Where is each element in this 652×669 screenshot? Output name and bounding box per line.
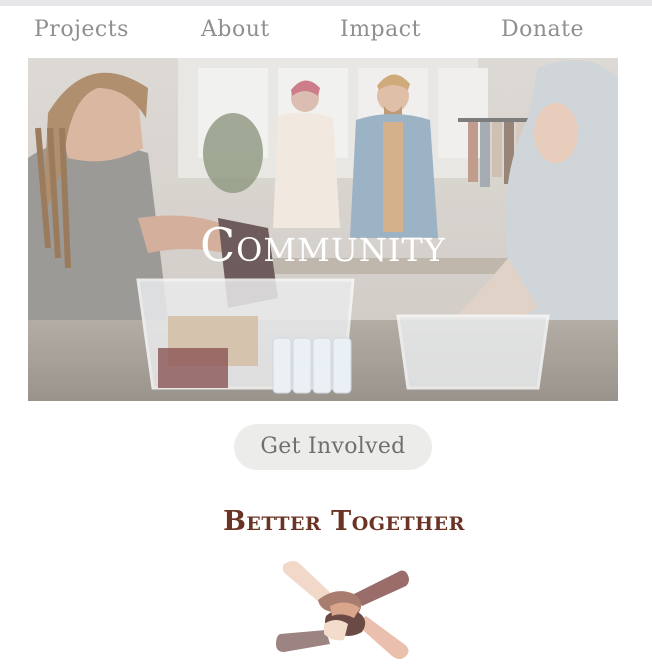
hero-title: Community: [199, 218, 447, 272]
hero-banner: Community: [28, 58, 618, 401]
nav-link-impact[interactable]: Impact: [340, 14, 421, 46]
nav-link-about[interactable]: About: [201, 14, 270, 46]
get-involved-button[interactable]: Get Involved: [234, 424, 432, 470]
tagline-heading: Better Together: [223, 506, 465, 537]
top-bar-strip: [0, 0, 652, 6]
nav-link-donate[interactable]: Donate: [501, 14, 584, 46]
nav-link-projects[interactable]: Projects: [34, 14, 129, 46]
unity-hands-icon: [276, 561, 409, 659]
